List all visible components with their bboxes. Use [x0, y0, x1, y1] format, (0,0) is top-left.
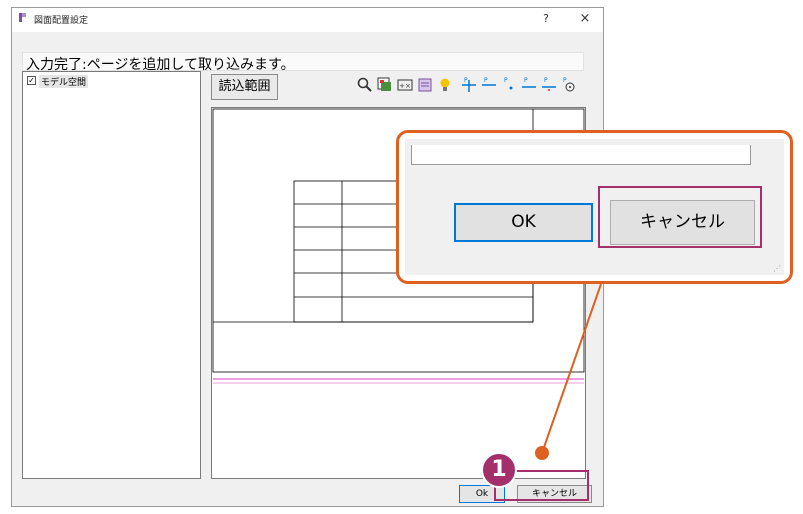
window-title: 図面配置設定 [34, 16, 89, 26]
zoom-preview-edge [411, 145, 751, 165]
page-minus-icon[interactable]: P [480, 76, 498, 94]
svg-text:P: P [484, 77, 488, 84]
zoom-cancel-button[interactable]: キャンセル [610, 200, 755, 245]
layers-icon[interactable] [416, 76, 434, 94]
read-range-button[interactable]: 読込範囲 [211, 74, 278, 100]
svg-text:P: P [464, 77, 468, 84]
svg-text:P: P [504, 77, 508, 84]
title-bar: 図面配置設定 ? × [12, 8, 603, 32]
help-button[interactable]: ? [534, 12, 558, 28]
zoom-callout: OK キャンセル ⋰ [396, 130, 793, 284]
page-circle-icon[interactable]: P [560, 76, 578, 94]
select-icon[interactable] [376, 76, 394, 94]
app-icon [19, 13, 26, 22]
zoom-ok-button[interactable]: OK [454, 203, 593, 242]
svg-text:+×: +× [399, 82, 411, 90]
svg-text:P: P [524, 77, 528, 84]
close-button[interactable]: × [573, 11, 597, 27]
resize-grip-icon: ⋰ [773, 264, 781, 273]
model-space-checkbox[interactable]: ✓ [27, 76, 36, 85]
frame-icon[interactable]: +× [396, 76, 414, 94]
page-line-icon[interactable]: P [520, 76, 538, 94]
zoom-icon[interactable] [356, 76, 374, 94]
page-dotline-icon[interactable]: P [540, 76, 558, 94]
svg-text:P: P [544, 77, 548, 84]
callout-anchor-dot [535, 446, 549, 460]
lightbulb-icon[interactable] [436, 76, 454, 94]
zoom-callout-content: OK キャンセル ⋰ [405, 139, 784, 275]
page-point-icon[interactable]: P [500, 76, 518, 94]
status-bar: 入力完了:ページを追加して取り込みます。 [22, 52, 584, 73]
page-add-icon[interactable]: P [460, 76, 478, 94]
layout-tree: ✓ モデル空間 [22, 71, 201, 479]
tree-item-model-space[interactable]: モデル空間 [39, 75, 89, 88]
svg-text:P: P [563, 77, 567, 84]
step-badge: 1 [481, 452, 517, 488]
